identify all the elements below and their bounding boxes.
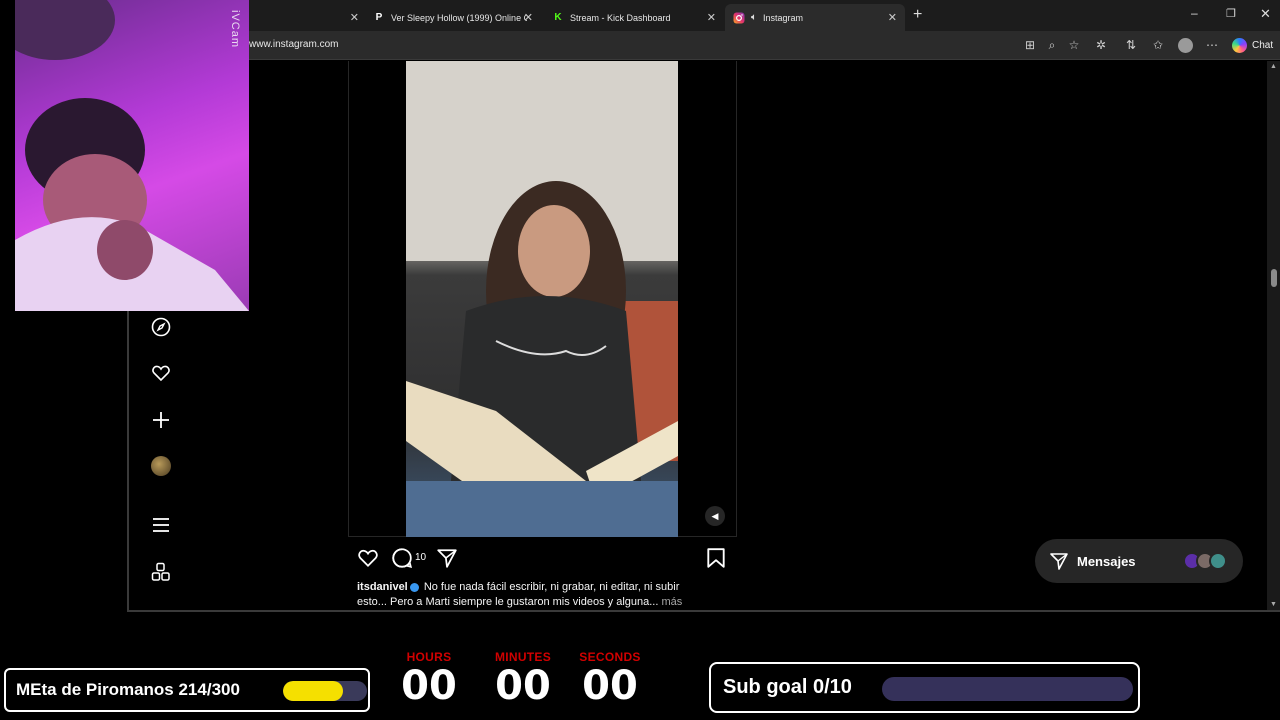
tab-title: Ver Sleepy Hollow (1999) Online G (391, 12, 527, 23)
sub-goal-widget: Sub goal 0/10 (709, 662, 1140, 713)
tab-title: Instagram (763, 12, 804, 23)
webcam-watermark: iVCam (229, 10, 241, 49)
threads-apps-icon[interactable] (149, 560, 173, 584)
share-send-icon[interactable] (436, 547, 458, 574)
video-sound-toggle[interactable]: ◀︎ (705, 506, 725, 526)
tab-kick-dashboard[interactable]: K Stream - Kick Dashboard ✕ (544, 4, 724, 31)
scroll-down-arrow-icon[interactable]: ▼ (1270, 601, 1277, 608)
save-bookmark-icon[interactable] (706, 547, 726, 574)
post-username[interactable]: itsdanivel (357, 581, 408, 593)
tab-favicon: K (554, 12, 562, 23)
timer-seconds: SECONDS 00 (570, 650, 650, 708)
seconds-value: 00 (582, 663, 638, 709)
chat-label: Chat (1252, 40, 1274, 51)
profile-avatar-icon[interactable] (1177, 38, 1193, 56)
messages-button[interactable]: Mensajes (1035, 539, 1243, 583)
post-media-frame: ◀︎ (348, 61, 737, 537)
stream-overlay-stage: ✕ P Ver Sleepy Hollow (1999) Online G ✕ … (0, 0, 1280, 720)
avatar (1209, 552, 1227, 570)
comment-count: 10 (415, 552, 427, 563)
explore-compass-icon[interactable] (149, 315, 173, 339)
tab-sleepy-hollow[interactable]: P Ver Sleepy Hollow (1999) Online G ✕ (365, 4, 541, 31)
like-heart-icon[interactable] (357, 547, 379, 574)
zoom-icon[interactable]: ⌕ (1044, 38, 1060, 53)
extensions-icon[interactable]: ✲ (1093, 38, 1109, 52)
address-bar: www.instagram.com ⊞ ⌕ ☆ ✲ ⇅ ✩ ⋯ Chat (129, 31, 1280, 60)
follower-goal-text: MEta de Piromanos 214/300 (16, 680, 240, 699)
new-tab-plus-icon[interactable]: + (913, 6, 922, 24)
tab-instagram[interactable]: 🔈︎ Instagram ✕ (725, 4, 905, 31)
scrollbar-thumb[interactable] (1271, 269, 1277, 287)
close-icon[interactable]: ✕ (350, 11, 359, 24)
tab-close-previous[interactable]: ✕ (341, 4, 359, 31)
browser-window: ✕ P Ver Sleepy Hollow (1999) Online G ✕ … (127, 0, 1280, 612)
url-field[interactable]: www.instagram.com (249, 39, 338, 50)
messages-send-icon (1049, 551, 1069, 571)
sub-goal-text: Sub goal 0/10 (723, 676, 852, 698)
scroll-up-arrow-icon[interactable]: ▲ (1270, 63, 1277, 70)
window-close-icon[interactable]: ✕ (1260, 6, 1271, 22)
restore-icon[interactable]: ❐ (1226, 7, 1236, 20)
app-available-icon[interactable]: ⊞ (1022, 38, 1038, 52)
messages-label: Mensajes (1077, 553, 1136, 569)
close-icon[interactable]: ✕ (707, 11, 716, 24)
messages-avatars (1183, 552, 1227, 570)
minimize-icon[interactable]: – (1191, 6, 1198, 20)
speaker-icon[interactable]: 🔈︎ (751, 12, 757, 23)
tab-bar: ✕ P Ver Sleepy Hollow (1999) Online G ✕ … (129, 0, 1280, 31)
copilot-chat-button[interactable]: Chat (1232, 38, 1273, 53)
post-caption: itsdanivel No fue nada fácil escribir, n… (357, 580, 707, 610)
seconds-label: SECONDS (579, 650, 641, 664)
webcam-overlay: iVCam (15, 0, 249, 311)
hours-value: 00 (401, 663, 457, 709)
more-link[interactable]: más (661, 596, 682, 608)
minutes-label: MINUTES (494, 650, 552, 664)
more-menu-hamburger-icon[interactable] (149, 513, 173, 537)
webcam-feed-illustration (15, 0, 249, 311)
close-icon[interactable]: ✕ (524, 11, 533, 24)
timer-minutes: MINUTES 00 (483, 650, 563, 708)
page-scrollbar[interactable]: ▲ ▼ (1267, 61, 1280, 610)
tab-favicon: P (375, 12, 383, 23)
video-frame-illustration (406, 61, 678, 537)
split-screen-icon[interactable]: ⇅ (1123, 38, 1139, 52)
close-icon[interactable]: ✕ (888, 11, 897, 24)
follower-goal-progress-fill (283, 681, 343, 701)
instagram-page: ◀︎ 10 itsdanivel No fue nada fácil escri… (129, 61, 1267, 610)
comment-icon[interactable] (391, 547, 413, 574)
follower-goal-widget: MEta de Piromanos 214/300 (4, 668, 370, 712)
timer-hours: HOURS 00 (389, 650, 469, 708)
notifications-heart-icon[interactable] (149, 361, 173, 385)
follower-goal-progress-bar (283, 681, 367, 701)
minutes-value: 00 (495, 663, 551, 709)
favorites-icon[interactable]: ✩ (1150, 38, 1166, 52)
speaker-icon: ◀︎ (711, 510, 719, 521)
more-menu-icon[interactable]: ⋯ (1204, 38, 1220, 52)
post-actions-bar: 10 (357, 547, 727, 569)
tab-title: Stream - Kick Dashboard (570, 12, 671, 23)
verified-badge-icon (409, 582, 419, 592)
create-plus-icon[interactable] (149, 408, 173, 432)
instagram-icon (733, 12, 745, 24)
copilot-icon (1232, 38, 1247, 53)
profile-avatar[interactable] (149, 454, 173, 478)
favorite-star-icon[interactable]: ☆ (1066, 38, 1082, 52)
post-video[interactable] (406, 61, 678, 537)
sub-goal-progress-bar (882, 677, 1133, 701)
hours-label: HOURS (406, 650, 452, 664)
